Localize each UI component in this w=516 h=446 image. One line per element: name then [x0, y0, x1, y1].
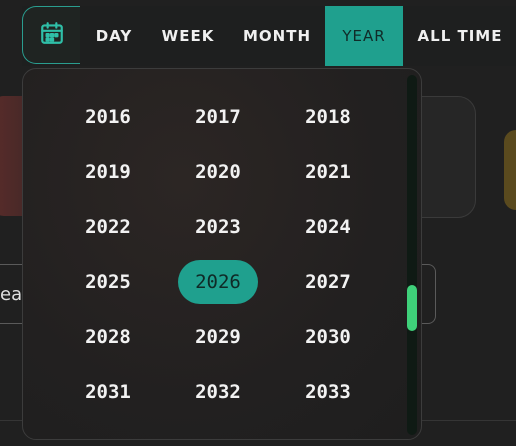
tab-all-time[interactable]: ALL TIME [412, 6, 508, 66]
scrollbar-track[interactable] [407, 75, 417, 435]
calendar-button[interactable] [22, 6, 80, 64]
background-card [504, 130, 516, 210]
year-option[interactable]: 2022 [68, 205, 148, 249]
year-option[interactable]: 2029 [178, 315, 258, 359]
year-option[interactable]: 2023 [178, 205, 258, 249]
year-option[interactable]: 2028 [68, 315, 148, 359]
year-option[interactable]: 2030 [288, 315, 368, 359]
year-option[interactable]: 2018 [288, 95, 368, 139]
tab-week[interactable]: WEEK [156, 6, 220, 66]
year-option[interactable]: 2021 [288, 150, 368, 194]
year-option[interactable]: 2031 [68, 370, 148, 414]
calendar-icon [39, 20, 65, 50]
tab-day[interactable]: DAY [84, 6, 144, 66]
year-option-selected[interactable]: 2026 [178, 260, 258, 304]
tab-month[interactable]: MONTH [234, 6, 320, 66]
year-option[interactable]: 2016 [68, 95, 148, 139]
year-option[interactable]: 2027 [288, 260, 368, 304]
year-picker-popup: 2016 2017 2018 2019 2020 2021 2022 2023 … [22, 68, 422, 440]
year-option[interactable]: 2025 [68, 260, 148, 304]
year-option[interactable]: 2032 [178, 370, 258, 414]
year-option[interactable]: 2019 [68, 150, 148, 194]
year-option[interactable]: 2017 [178, 95, 258, 139]
year-option[interactable]: 2024 [288, 205, 368, 249]
year-option[interactable]: 2033 [288, 370, 368, 414]
background-field-text: ea [0, 284, 23, 305]
scrollbar-thumb[interactable] [407, 285, 417, 331]
year-option[interactable]: 2020 [178, 150, 258, 194]
tab-year[interactable]: YEAR [325, 6, 403, 66]
